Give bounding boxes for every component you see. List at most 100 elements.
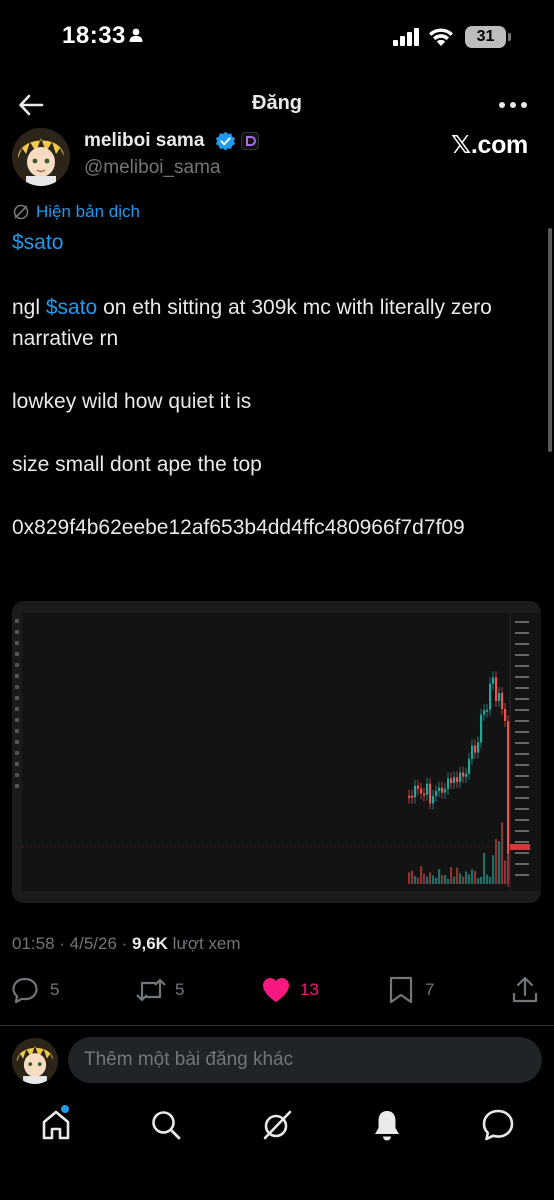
volume-bar xyxy=(462,876,465,884)
chart-image-graphic xyxy=(12,601,541,903)
scrollbar[interactable] xyxy=(548,228,552,452)
candle-body xyxy=(504,709,507,721)
chart-price-tick xyxy=(515,731,529,733)
cashtag-link[interactable]: $sato xyxy=(12,231,63,255)
status-time: 18:33 xyxy=(62,22,126,49)
chart-price-tick xyxy=(515,643,529,645)
notifications-icon[interactable] xyxy=(369,1107,405,1143)
repost-count: 5 xyxy=(175,980,185,999)
x-com-link[interactable]: 𝕏.com xyxy=(451,130,528,160)
volume-bar xyxy=(471,869,474,884)
volume-bar xyxy=(495,839,498,884)
chart-price-tick xyxy=(515,698,529,700)
home-icon[interactable] xyxy=(38,1107,74,1143)
view-count: 9,6K xyxy=(132,934,168,953)
chart-toolbar-dot xyxy=(15,674,19,678)
chart-price-tick xyxy=(515,665,529,667)
candle-body xyxy=(453,777,456,783)
battery-level: 31 xyxy=(476,28,495,45)
candle-body xyxy=(480,714,483,743)
candle-body xyxy=(444,788,447,793)
affiliate-badge-icon xyxy=(241,132,259,150)
reply-count: 5 xyxy=(50,980,60,999)
chart-toolbar-dot xyxy=(15,718,19,722)
volume-bar xyxy=(432,875,435,884)
attached-chart-image[interactable] xyxy=(12,601,541,903)
candle-body xyxy=(471,745,474,759)
chart-toolbar-dot xyxy=(15,696,19,700)
reply-input[interactable] xyxy=(68,1037,542,1083)
volume-bar xyxy=(429,872,432,884)
volume-bar xyxy=(486,874,489,884)
bookmark-icon[interactable] xyxy=(388,975,414,1005)
post-timestamp: 01:58 · 4/5/26 · xyxy=(12,934,133,953)
volume-bar xyxy=(435,877,438,884)
chart-price-tick xyxy=(515,786,529,788)
volume-bar xyxy=(411,870,414,884)
volume-bar xyxy=(408,872,411,884)
chart-toolbar-dot xyxy=(15,729,19,733)
candle-body xyxy=(456,777,459,782)
author-handle[interactable]: @meliboi_sama xyxy=(84,157,221,179)
volume-bar xyxy=(483,852,486,884)
more-options-icon[interactable] xyxy=(497,90,529,120)
chart-toolbar-dot xyxy=(15,740,19,744)
chart-price-tick xyxy=(515,720,529,722)
post-text: ngl xyxy=(12,296,46,319)
chart-toolbar-dot xyxy=(15,773,19,777)
repost-icon[interactable] xyxy=(134,975,168,1005)
candle-body xyxy=(474,745,477,753)
notification-dot xyxy=(61,1105,69,1113)
candle-body xyxy=(447,778,450,789)
chart-price-tick xyxy=(515,753,529,755)
chart-toolbar-dot xyxy=(15,619,19,623)
volume-bar xyxy=(504,860,507,884)
candle-body xyxy=(495,677,498,701)
volume-bar xyxy=(474,870,477,884)
like-icon[interactable] xyxy=(261,975,291,1005)
candle-body xyxy=(420,788,423,794)
chart-toolbar-dot xyxy=(15,630,19,634)
volume-bar xyxy=(459,873,462,884)
chart-price-tick xyxy=(515,863,529,865)
candle-body xyxy=(417,785,420,789)
candle-body xyxy=(498,693,501,701)
chart-toolbar-dot xyxy=(15,784,19,788)
volume-bar xyxy=(489,877,492,884)
post-body: ngl $sato on eth sitting at 309k mc with… xyxy=(12,292,536,575)
chart-toolbar-dot xyxy=(15,762,19,766)
volume-bar xyxy=(465,871,468,884)
chart-price-tick xyxy=(515,819,529,821)
view-label: lượt xem xyxy=(167,934,241,953)
volume-bar xyxy=(426,876,429,884)
cashtag-link[interactable]: $sato xyxy=(46,296,97,319)
candle-body xyxy=(438,787,441,792)
chart-price-tick xyxy=(515,852,529,854)
candle-body xyxy=(441,787,444,793)
chart-price-tick xyxy=(515,632,529,634)
show-translation-link[interactable]: Hiện bản dịch xyxy=(36,202,140,222)
volume-bar xyxy=(450,867,453,884)
messages-icon[interactable] xyxy=(480,1107,516,1143)
candle-body xyxy=(432,795,435,804)
share-icon[interactable] xyxy=(511,975,539,1005)
candle-body xyxy=(477,742,480,753)
candle-body xyxy=(465,773,468,777)
chart-price-tick xyxy=(515,808,529,810)
author-name[interactable]: meliboi sama xyxy=(84,130,204,152)
volume-bar xyxy=(492,855,495,884)
volume-bar xyxy=(447,878,450,884)
chart-toolbar-dot xyxy=(15,652,19,656)
volume-bar xyxy=(480,876,483,884)
volume-bar xyxy=(477,878,480,884)
candle-body xyxy=(489,683,492,710)
status-bar: 18:33 31 xyxy=(0,0,554,74)
author-avatar[interactable] xyxy=(12,128,70,186)
reply-icon[interactable] xyxy=(10,975,40,1005)
candle-body xyxy=(486,709,489,712)
grok-icon[interactable] xyxy=(259,1107,295,1143)
chart-toolbar-dot xyxy=(15,685,19,689)
search-icon[interactable] xyxy=(148,1107,184,1143)
battery-nub xyxy=(508,33,511,41)
wifi-icon xyxy=(429,28,453,46)
